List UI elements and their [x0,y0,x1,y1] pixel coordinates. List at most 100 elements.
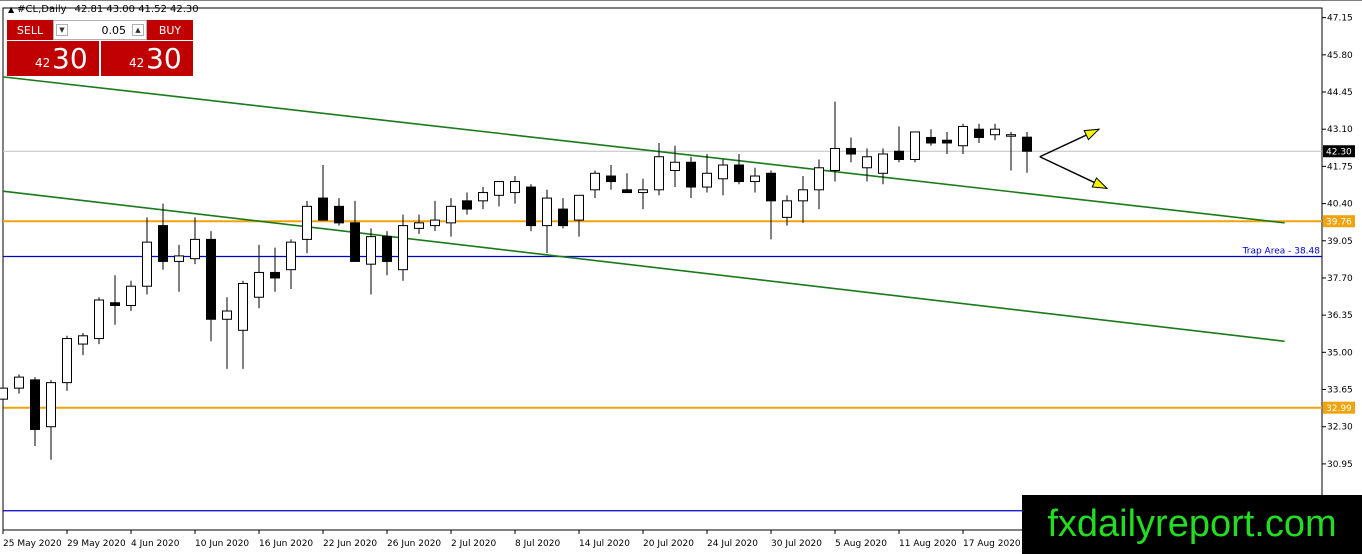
candle [798,176,808,223]
candle [270,247,280,292]
candle [734,153,744,185]
bull-candle-body [990,128,1000,136]
candle [558,198,568,229]
candle [414,214,424,234]
bull-candle-body [1006,134,1016,137]
price-chart: 29.6030.9532.3033.6535.0036.3537.7039.05… [0,0,1362,549]
triangle-up-icon: ▲ [8,5,15,14]
bull-candle-body [366,236,376,265]
chart-window: 29.6030.9532.3033.6535.0036.3537.7039.05… [0,0,1362,554]
projection-arrow [1039,128,1101,158]
bull-candle-body [94,299,104,340]
lot-size-value[interactable]: 0.05 [102,24,127,37]
bull-candle-body [254,271,264,298]
bull-candle-body [814,167,824,191]
candle [990,123,1000,141]
bull-candle-body [238,282,248,331]
x-tick-label: 4 Jun 2020 [131,539,180,549]
bear-candle-body [30,379,40,430]
bull-candle-body [574,194,584,221]
trendline [2,76,1285,224]
y-tick-label: 35.00 [1327,348,1353,358]
sell-button[interactable]: SELL [7,20,53,40]
candle [174,244,184,292]
bull-candle-body [862,156,872,169]
candle [382,231,392,276]
candle [526,184,536,232]
bull-candle-body [798,189,808,202]
sell-price-big: 30 [52,42,88,75]
candle [590,170,600,199]
bull-candle-body [782,200,792,218]
y-tick-label: 30.95 [1327,460,1353,470]
bear-candle-body [926,136,936,144]
candle [878,148,888,185]
bear-candle-body [734,164,744,183]
bull-candle-body [958,125,968,147]
x-tick-label: 29 May 2020 [67,539,126,549]
candle [286,239,296,289]
bull-candle-body [878,153,888,174]
arrow-head [1091,177,1109,190]
candle [14,374,24,394]
candle [622,173,632,194]
bull-candle-body [430,219,440,227]
candle [254,244,264,309]
bear-candle-body [334,205,344,224]
x-tick-label: 2 Jul 2020 [451,539,496,549]
bear-candle-body [558,208,568,227]
candle [1022,131,1032,173]
bear-candle-body [974,128,984,138]
candle [638,178,648,210]
bull-candle-body [590,172,600,191]
candle [30,377,40,446]
lot-size-field[interactable]: ▼ 0.05 ▲ [53,20,147,40]
candle [318,165,328,221]
arrow-head [1083,128,1101,141]
buy-button[interactable]: BUY [147,20,193,40]
candle [446,198,456,237]
candle [158,203,168,270]
bear-candle-body [766,172,776,202]
candle [574,194,584,237]
bull-candle-body [910,131,920,161]
chart-header: ▲ #CL,Daily 42.81 43.00 41.52 42.30 [8,4,199,15]
price-tag: 39.76 [1323,215,1355,228]
sell-price-box[interactable]: 42 30 [7,41,99,76]
bear-candle-body [270,271,280,279]
bear-candle-body [462,200,472,210]
bull-candle-body [718,164,728,180]
chevron-down-icon[interactable]: ▼ [56,24,68,36]
candle [126,280,136,312]
bull-candle-body [830,147,840,172]
sell-price-small: 42 [35,56,51,70]
bull-candle-body [638,189,648,194]
bear-candle-body [942,139,952,144]
bull-candle-body [494,181,504,196]
x-tick-label: 20 Jul 2020 [643,539,694,549]
candle [46,379,56,460]
bear-candle-body [622,189,632,194]
trendline [2,190,1285,343]
one-click-trading-panel: SELL ▼ 0.05 ▲ BUY 42 30 42 30 [7,20,193,76]
bull-candle-body [78,335,88,345]
bull-candle-body [126,285,136,306]
y-tick-label: 37.70 [1327,274,1353,284]
chevron-up-icon[interactable]: ▲ [132,24,144,36]
candle [942,131,952,154]
bull-candle-body [478,192,488,202]
candle [766,170,776,240]
buy-price-box[interactable]: 42 30 [101,41,193,76]
price-tag-label: 42.30 [1326,148,1352,158]
y-tick-label: 47.15 [1327,14,1353,24]
candle [702,153,712,193]
bull-candle-body [62,338,72,384]
candle [430,200,440,232]
x-tick-label: 25 May 2020 [3,539,62,549]
bear-candle-body [1022,136,1032,152]
bear-candle-body [526,186,536,227]
y-tick-label: 44.45 [1327,88,1353,98]
x-tick-label: 8 Jul 2020 [515,539,560,549]
x-tick-label: 16 Jun 2020 [259,539,313,549]
x-tick-label: 30 Jul 2020 [771,539,822,549]
